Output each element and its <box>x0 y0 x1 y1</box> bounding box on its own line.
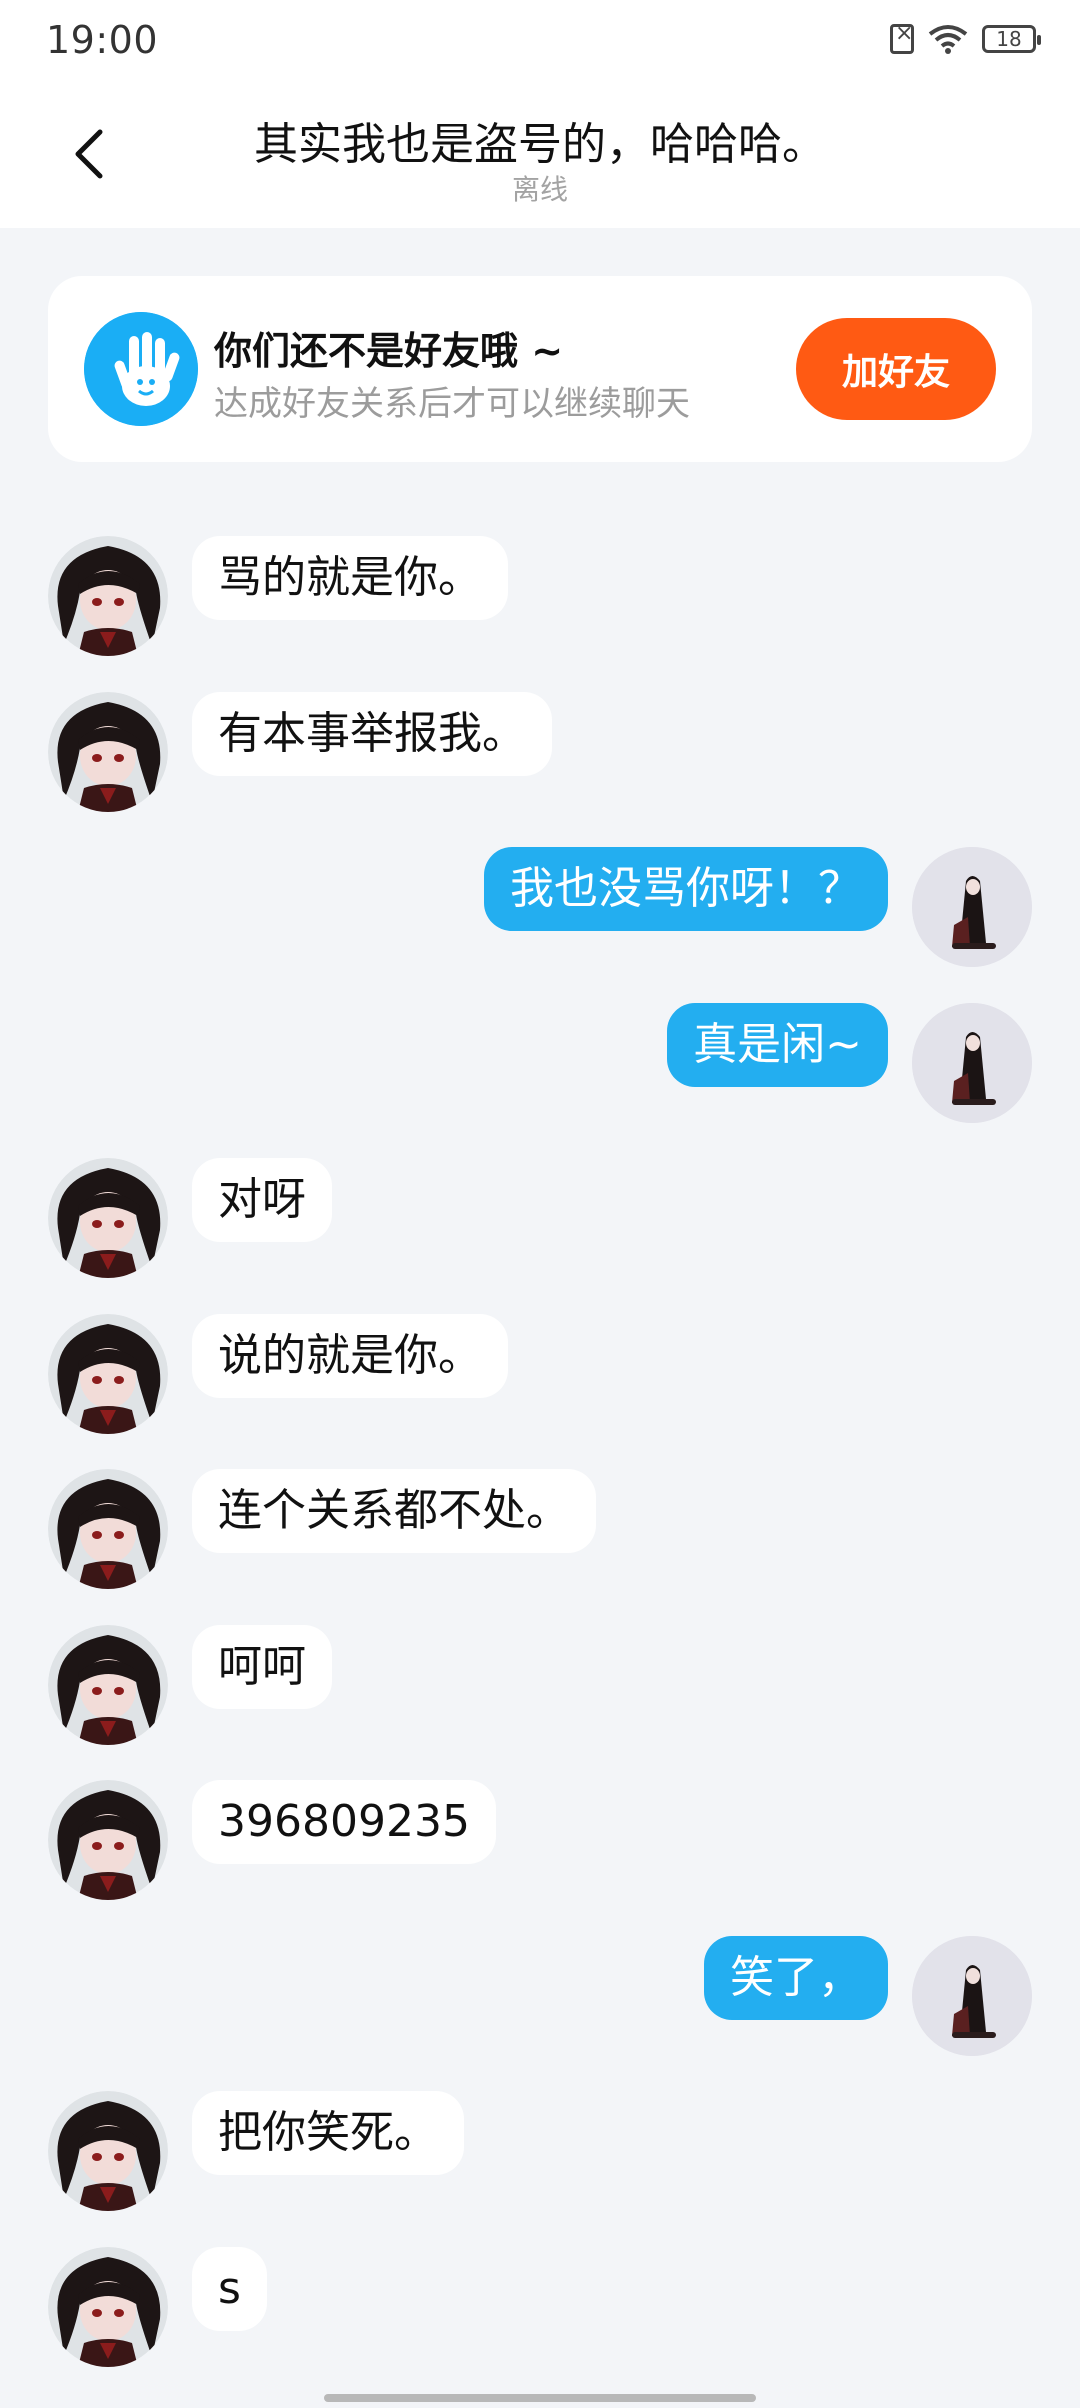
contact-avatar[interactable] <box>48 2247 168 2367</box>
received-message-bubble[interactable]: 对呀 <box>192 1158 332 1242</box>
waving-hand-icon <box>84 312 198 426</box>
contact-avatar[interactable] <box>48 692 168 812</box>
message-row: 笑了， <box>0 1936 1080 2066</box>
no-sim-icon <box>890 21 914 54</box>
my-avatar[interactable] <box>912 847 1032 967</box>
message-row: 把你笑死。 <box>0 2091 1080 2221</box>
message-row: s <box>0 2247 1080 2377</box>
contact-avatar[interactable] <box>48 1314 168 1434</box>
received-message-bubble[interactable]: 连个关系都不处。 <box>192 1469 596 1553</box>
contact-avatar[interactable] <box>48 2091 168 2211</box>
online-status: 离线 <box>511 173 568 206</box>
message-row: 呵呵 <box>0 1625 1080 1755</box>
message-row: 396809235 <box>0 1780 1080 1910</box>
received-message-bubble[interactable]: 把你笑死。 <box>192 2091 464 2175</box>
received-message-bubble[interactable]: 呵呵 <box>192 1625 332 1709</box>
my-avatar[interactable] <box>912 1003 1032 1123</box>
message-row: 骂的就是你。 <box>0 536 1080 666</box>
not-friends-banner: 你们还不是好友哦 ~ 达成好友关系后才可以继续聊天 加好友 <box>48 276 1032 462</box>
chat-title: 其实我也是盗号的，哈哈哈。 <box>254 119 826 170</box>
status-bar: 19:00 18 <box>0 0 1080 80</box>
home-indicator[interactable] <box>324 2394 756 2402</box>
status-time: 19:00 <box>46 18 159 62</box>
contact-avatar[interactable] <box>48 536 168 656</box>
sent-message-bubble[interactable]: 笑了， <box>704 1936 888 2020</box>
message-row: 连个关系都不处。 <box>0 1469 1080 1599</box>
banner-description: 达成好友关系后才可以继续聊天 <box>214 384 690 424</box>
contact-avatar[interactable] <box>48 1469 168 1589</box>
sent-message-bubble[interactable]: 真是闲~ <box>667 1003 888 1087</box>
message-row: 我也没骂你呀！？ <box>0 847 1080 977</box>
my-avatar[interactable] <box>912 1936 1032 2056</box>
received-message-bubble[interactable]: 骂的就是你。 <box>192 536 508 620</box>
chat-screen: 19:00 18 其实我也是盗号的，哈哈哈。 离线 <box>0 0 1080 2408</box>
sent-message-bubble[interactable]: 我也没骂你呀！？ <box>484 847 888 931</box>
contact-avatar[interactable] <box>48 1158 168 1278</box>
received-message-bubble[interactable]: 396809235 <box>192 1780 496 1864</box>
banner-title: 你们还不是好友哦 ~ <box>214 329 564 373</box>
contact-avatar[interactable] <box>48 1625 168 1745</box>
status-icons: 18 <box>890 21 1041 54</box>
chat-header: 其实我也是盗号的，哈哈哈。 离线 <box>0 80 1080 228</box>
received-message-bubble[interactable]: 说的就是你。 <box>192 1314 508 1398</box>
add-friend-button[interactable]: 加好友 <box>796 318 996 420</box>
message-row: 有本事举报我。 <box>0 692 1080 822</box>
contact-avatar[interactable] <box>48 1780 168 1900</box>
message-row: 对呀 <box>0 1158 1080 1288</box>
wifi-icon <box>928 25 968 54</box>
received-message-bubble[interactable]: s <box>192 2247 267 2331</box>
message-row: 说的就是你。 <box>0 1314 1080 1444</box>
battery-icon: 18 <box>982 25 1041 53</box>
received-message-bubble[interactable]: 有本事举报我。 <box>192 692 552 776</box>
message-row: 真是闲~ <box>0 1003 1080 1133</box>
